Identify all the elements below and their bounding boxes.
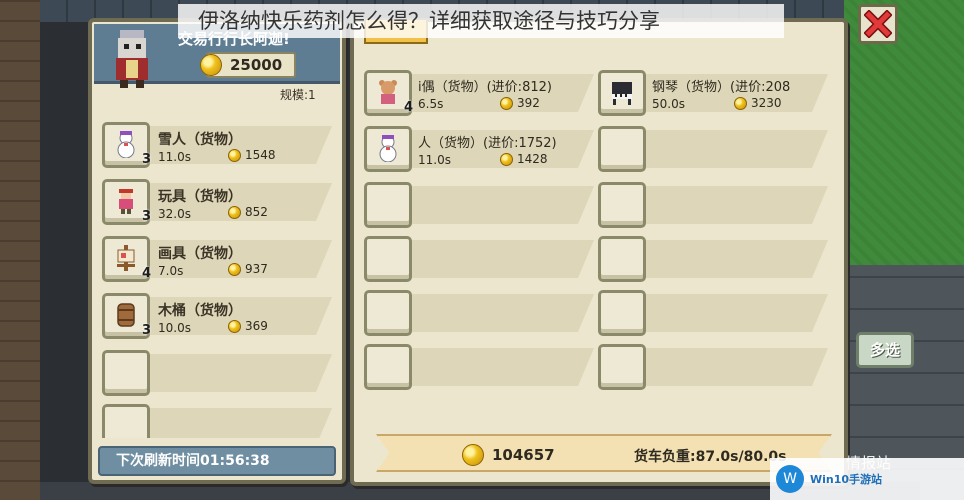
goods-name: 玩具（货物） bbox=[158, 189, 242, 205]
empty-trade-cell[interactable] bbox=[364, 234, 596, 284]
goods-row-empty[interactable] bbox=[102, 402, 334, 438]
trade-item-snowman[interactable]: 人（货物）(进价:1752) 11.0s 1428 bbox=[364, 124, 596, 174]
empty-goods-slot[interactable] bbox=[102, 350, 150, 396]
trade-time: 11.0s bbox=[418, 153, 451, 167]
gold-value: 25000 bbox=[230, 56, 283, 74]
trade-price: 1428 bbox=[500, 152, 548, 166]
goods-price: 937 bbox=[228, 262, 268, 276]
goods-row-empty[interactable] bbox=[102, 348, 334, 398]
trade-price: 392 bbox=[500, 96, 540, 110]
empty-trade-slot[interactable] bbox=[364, 290, 412, 336]
gold-coin-icon bbox=[462, 444, 484, 466]
scale-label: 规模:1 bbox=[280, 88, 316, 102]
empty-trade-cell[interactable] bbox=[598, 124, 830, 174]
goods-row-barrel[interactable]: 3 木桶（货物） 10.0s 369 bbox=[102, 291, 334, 341]
trade-slot[interactable] bbox=[598, 70, 646, 116]
empty-trade-slot[interactable] bbox=[598, 344, 646, 390]
coin-icon bbox=[228, 319, 241, 333]
refresh-timer: 下次刷新时间01:56:38 bbox=[98, 446, 336, 476]
goods-time: 7.0s bbox=[158, 264, 184, 278]
coin-icon bbox=[228, 205, 241, 219]
empty-goods-slot[interactable] bbox=[102, 404, 150, 438]
trade-title: 钢琴（货物）(进价:208 bbox=[652, 80, 791, 95]
merchant-panel: 交易行行长阿迦! 25000 规模:1 3 雪人（货物） 11.0s 1548 bbox=[88, 18, 346, 484]
goods-name: 雪人（货物） bbox=[158, 132, 242, 148]
toy-icon bbox=[119, 189, 133, 214]
barrel-icon bbox=[117, 303, 135, 327]
merchant-avatar bbox=[116, 30, 148, 88]
merchant-gold: 25000 bbox=[200, 52, 296, 78]
coin-icon bbox=[228, 148, 241, 162]
goods-row-easel[interactable]: 4 画具（货物） 7.0s 937 bbox=[102, 234, 334, 284]
piano-icon bbox=[612, 82, 632, 105]
empty-trade-cell[interactable] bbox=[598, 288, 830, 338]
empty-trade-slot[interactable] bbox=[598, 236, 646, 282]
goods-time: 11.0s bbox=[158, 150, 191, 164]
coin-icon bbox=[500, 96, 513, 110]
empty-trade-slot[interactable] bbox=[364, 182, 412, 228]
goods-row-toy[interactable]: 3 玩具（货物） 32.0s 852 bbox=[102, 177, 334, 227]
empty-trade-cell[interactable] bbox=[364, 180, 596, 230]
empty-trade-cell[interactable] bbox=[364, 288, 596, 338]
goods-price: 852 bbox=[228, 205, 268, 219]
goods-row-snowman[interactable]: 3 雪人（货物） 11.0s 1548 bbox=[102, 120, 334, 170]
site-watermark-text: Win10手游站 bbox=[810, 473, 883, 486]
trade-panel: 4 i偶（货物）(进价:812) 6.5s 392 钢琴（货物）(进价:208 … bbox=[350, 18, 848, 486]
empty-trade-slot[interactable] bbox=[598, 126, 646, 172]
doll-icon bbox=[379, 80, 397, 104]
snowman-icon bbox=[379, 135, 397, 162]
cart-load: 货车负重:87.0s/80.0s bbox=[634, 449, 787, 465]
goods-name: 木桶（货物） bbox=[158, 303, 242, 319]
coin-icon bbox=[500, 152, 513, 166]
site-logo-icon: W bbox=[776, 465, 804, 493]
trade-slot[interactable] bbox=[364, 126, 412, 172]
trade-title: 人（货物）(进价:1752) bbox=[418, 136, 557, 151]
close-icon bbox=[864, 10, 892, 38]
empty-trade-cell[interactable] bbox=[598, 342, 830, 392]
goods-qty: 3 bbox=[142, 152, 152, 167]
coin-icon bbox=[228, 262, 241, 276]
snowman-icon bbox=[117, 131, 135, 158]
coin-icon bbox=[734, 96, 747, 110]
article-caption: 伊洛纳快乐药剂怎么得？详细获取途径与技巧分享 bbox=[178, 4, 784, 38]
cart-money: 104657 bbox=[462, 444, 555, 466]
easel-icon bbox=[117, 245, 135, 271]
cart-summary-bar: 104657 货车负重:87.0s/80.0s bbox=[376, 434, 832, 472]
empty-trade-cell[interactable] bbox=[598, 180, 830, 230]
trade-time: 50.0s bbox=[652, 97, 685, 111]
close-button[interactable] bbox=[858, 4, 898, 44]
goods-price: 1548 bbox=[228, 148, 276, 162]
goods-time: 10.0s bbox=[158, 321, 191, 335]
trade-item-piano[interactable]: 钢琴（货物）(进价:208 50.0s 3230 bbox=[598, 68, 830, 118]
empty-trade-cell[interactable] bbox=[364, 342, 596, 392]
empty-trade-slot[interactable] bbox=[364, 236, 412, 282]
empty-trade-slot[interactable] bbox=[598, 182, 646, 228]
trade-qty: 4 bbox=[404, 100, 414, 115]
trade-title: i偶（货物）(进价:812) bbox=[418, 80, 552, 95]
goods-price: 369 bbox=[228, 319, 268, 333]
empty-trade-slot[interactable] bbox=[598, 290, 646, 336]
trade-item-doll[interactable]: 4 i偶（货物）(进价:812) 6.5s 392 bbox=[364, 68, 596, 118]
trade-price: 3230 bbox=[734, 96, 782, 110]
goods-qty: 4 bbox=[142, 266, 152, 281]
goods-time: 32.0s bbox=[158, 207, 191, 221]
background-wall-left bbox=[0, 0, 40, 500]
goods-qty: 3 bbox=[142, 323, 152, 338]
site-watermark: W Win10手游站 bbox=[770, 458, 964, 500]
multi-select-button[interactable]: 多选 bbox=[856, 332, 914, 368]
empty-trade-cell[interactable] bbox=[598, 234, 830, 284]
empty-trade-slot[interactable] bbox=[364, 344, 412, 390]
trade-time: 6.5s bbox=[418, 97, 444, 111]
gold-coin-icon bbox=[200, 54, 222, 76]
goods-name: 画具（货物） bbox=[158, 246, 242, 262]
goods-qty: 3 bbox=[142, 209, 152, 224]
